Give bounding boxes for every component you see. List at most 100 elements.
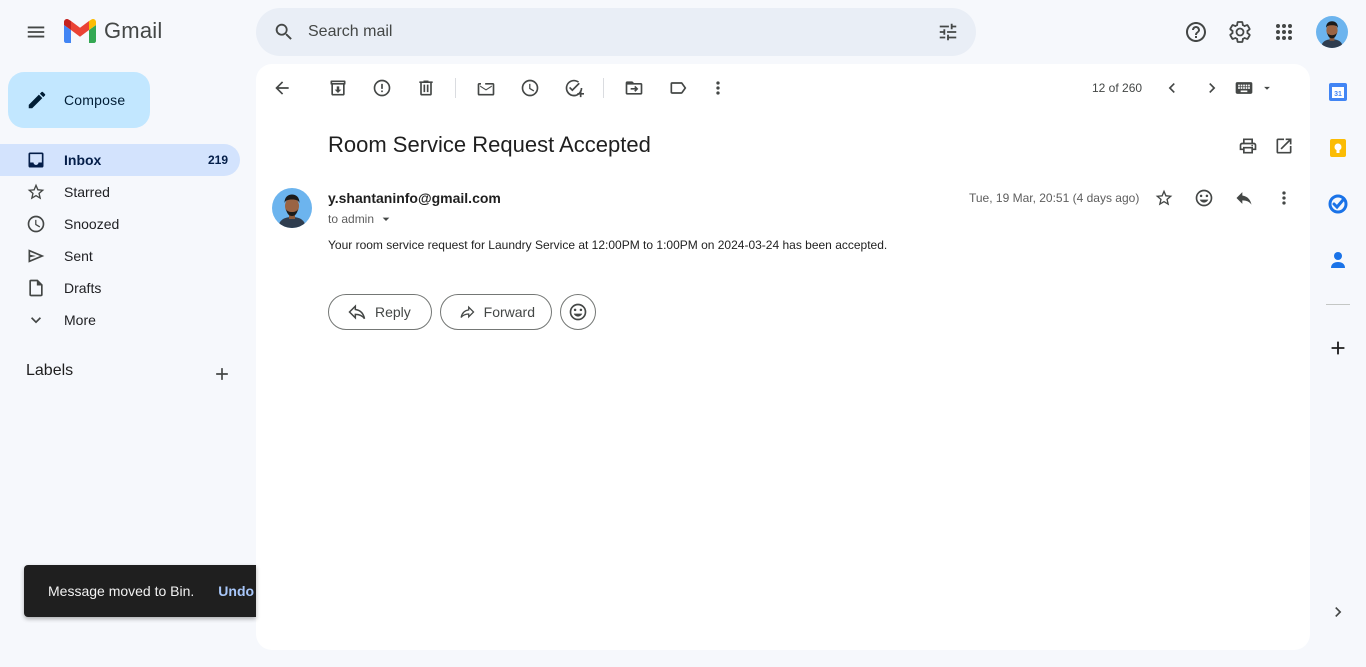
sidebar-item-inbox[interactable]: Inbox 219 xyxy=(0,144,240,176)
forward-button[interactable]: Forward xyxy=(440,294,552,330)
recipient-label: to admin xyxy=(328,212,375,226)
contacts-icon xyxy=(1331,252,1345,268)
add-reaction-button[interactable] xyxy=(1184,178,1224,218)
print-icon xyxy=(1239,138,1257,154)
snooze-button[interactable] xyxy=(510,68,550,108)
search-options-button[interactable] xyxy=(924,8,972,56)
recipient-details[interactable]: to admin xyxy=(328,211,394,227)
more-vertical-icon xyxy=(1282,191,1286,205)
add-to-tasks-button[interactable] xyxy=(554,68,594,108)
newer-message-button[interactable] xyxy=(1152,68,1192,108)
reply-icon xyxy=(1236,192,1252,205)
star-icon xyxy=(27,183,45,200)
email-subject: Room Service Request Accepted xyxy=(328,132,651,157)
toolbar-divider xyxy=(603,78,604,98)
print-all-button[interactable] xyxy=(1228,126,1268,166)
reply-label: Reply xyxy=(375,304,411,320)
input-tools-button[interactable] xyxy=(1234,78,1274,98)
back-button[interactable] xyxy=(262,68,302,108)
chevron-right-icon xyxy=(1335,607,1342,617)
tune-icon xyxy=(939,23,957,41)
search-button[interactable] xyxy=(260,8,308,56)
contacts-app-button[interactable] xyxy=(1318,240,1358,280)
forward-icon xyxy=(460,305,475,319)
toolbar-divider xyxy=(455,78,456,98)
sidebar-item-snoozed[interactable]: Snoozed xyxy=(0,208,240,240)
snackbar: Message moved to Bin. Undo xyxy=(24,565,256,617)
svg-text:31: 31 xyxy=(1334,91,1342,98)
plus-icon xyxy=(216,368,228,380)
emoji-reaction-button[interactable] xyxy=(560,294,596,330)
dropdown-arrow-icon xyxy=(382,217,390,221)
sidebar-item-label: More xyxy=(64,312,96,328)
search-icon xyxy=(275,23,292,40)
user-avatar-icon xyxy=(1316,16,1348,48)
support-button[interactable] xyxy=(1176,12,1216,52)
search-bar[interactable] xyxy=(256,8,976,56)
keep-icon xyxy=(1330,139,1346,157)
report-spam-button[interactable] xyxy=(362,68,402,108)
app-name: Gmail xyxy=(104,18,163,43)
more-options-button[interactable] xyxy=(698,68,738,108)
labels-button[interactable] xyxy=(658,68,698,108)
sidebar-item-label: Snoozed xyxy=(64,216,120,232)
label-icon xyxy=(670,82,687,94)
archive-button[interactable] xyxy=(318,68,358,108)
older-message-button[interactable] xyxy=(1192,68,1232,108)
create-label-button[interactable] xyxy=(202,354,242,394)
gmail-logo[interactable]: Gmail xyxy=(64,18,162,44)
sidebar-item-label: Starred xyxy=(64,184,110,200)
chevron-right-icon xyxy=(1209,83,1216,93)
dropdown-arrow-icon xyxy=(1264,86,1270,90)
star-message-button[interactable] xyxy=(1144,178,1184,218)
plus-icon xyxy=(1331,341,1345,355)
message-more-button[interactable] xyxy=(1264,178,1304,218)
delete-button[interactable] xyxy=(406,68,446,108)
show-side-panel-button[interactable] xyxy=(1318,592,1358,632)
google-apps-button[interactable] xyxy=(1264,12,1304,52)
compose-button[interactable]: Compose xyxy=(8,72,150,128)
side-panel-divider xyxy=(1326,304,1350,305)
message-position: 12 of 260 xyxy=(1092,81,1143,95)
snackbar-message: Message moved to Bin. xyxy=(48,583,195,599)
compose-label: Compose xyxy=(64,92,126,108)
sender-avatar[interactable] xyxy=(272,188,312,228)
help-icon xyxy=(1186,22,1206,42)
tasks-app-button[interactable] xyxy=(1318,184,1358,224)
emoji-icon xyxy=(1195,189,1213,207)
more-vertical-icon xyxy=(716,81,720,95)
reply-icon-button[interactable] xyxy=(1224,178,1264,218)
undo-button[interactable]: Undo xyxy=(218,583,254,599)
move-folder-icon xyxy=(625,81,643,95)
message-body: Your room service request for Laundry Se… xyxy=(328,238,888,252)
sidebar-item-more[interactable]: More xyxy=(0,304,240,336)
sidebar-item-sent[interactable]: Sent xyxy=(0,240,240,272)
chevron-left-icon xyxy=(1168,83,1175,93)
sidebar-item-label: Sent xyxy=(64,248,93,264)
reply-button[interactable]: Reply xyxy=(328,294,432,330)
sender-email[interactable]: y.shantaninfo@gmail.com xyxy=(328,190,501,206)
reply-icon xyxy=(348,304,366,320)
trash-icon xyxy=(419,80,433,96)
user-avatar-icon xyxy=(272,188,312,228)
sidebar-item-drafts[interactable]: Drafts xyxy=(0,272,240,304)
get-addons-button[interactable] xyxy=(1318,328,1358,368)
settings-button[interactable] xyxy=(1220,12,1260,52)
mark-unread-button[interactable] xyxy=(466,68,506,108)
keep-app-button[interactable] xyxy=(1318,128,1358,168)
tasks-icon xyxy=(1328,194,1348,214)
open-new-window-button[interactable] xyxy=(1264,126,1304,166)
main-menu-button[interactable] xyxy=(16,12,56,52)
clock-icon xyxy=(521,79,539,97)
calendar-app-button[interactable]: 31 xyxy=(1318,72,1358,112)
move-to-button[interactable] xyxy=(614,68,654,108)
search-input[interactable] xyxy=(308,23,924,41)
emoji-icon xyxy=(569,303,587,321)
account-avatar[interactable] xyxy=(1316,16,1348,48)
gmail-m-icon xyxy=(64,19,96,43)
inbox-icon xyxy=(28,152,44,168)
hamburger-menu-icon xyxy=(27,26,45,38)
sidebar-item-starred[interactable]: Starred xyxy=(0,176,240,208)
calendar-icon: 31 xyxy=(1329,83,1347,101)
gear-icon xyxy=(1229,21,1251,43)
